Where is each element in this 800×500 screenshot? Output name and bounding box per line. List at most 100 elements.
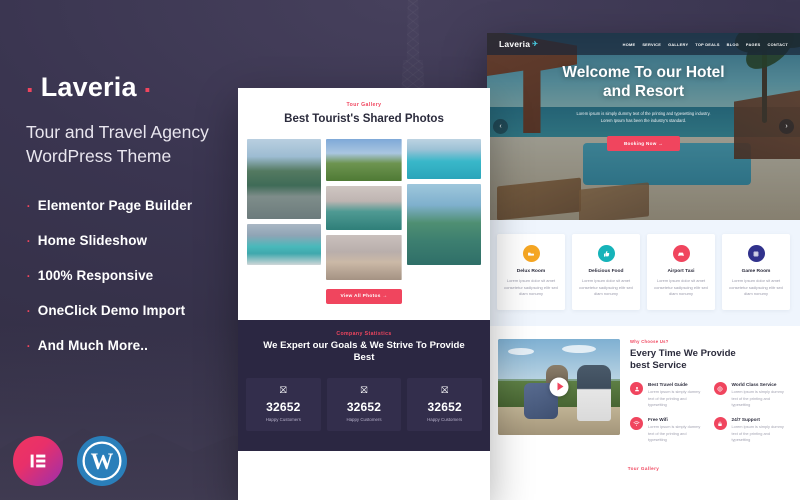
support-icon <box>713 417 727 431</box>
stat-card: ⛝ 32652 Happy Customers <box>326 377 402 431</box>
tagline-line-2: WordPress Theme <box>26 145 172 166</box>
why-feature-text: Lorem ipsum is simply dummy text of the … <box>648 424 701 443</box>
cloud <box>508 347 534 355</box>
nav-links: HOME SERVICE GALLERY TOP DEALS BLOG PAGE… <box>623 42 788 47</box>
site-logo[interactable]: Laveria ✈ <box>499 39 538 49</box>
gallery-photo[interactable] <box>247 223 322 265</box>
gallery-photo[interactable] <box>326 185 402 230</box>
why-section-label: Why Choose Us? <box>630 338 669 344</box>
stat-label: Happy Customers <box>346 416 382 422</box>
nav-item-pages[interactable]: PAGES <box>746 42 761 47</box>
services-section: Delux Room Lorem ipsum dolor sit amet co… <box>487 220 800 326</box>
tagline-line-1: Tour and Travel Agency <box>26 122 209 142</box>
gallery-title: Best Tourist's Shared Photos <box>284 113 444 125</box>
bed-icon <box>522 245 540 262</box>
product-tagline: Tour and Travel Agency WordPress Theme <box>26 121 232 168</box>
feature-label: Home Slideshow <box>37 233 148 249</box>
service-text: Lorem ipsum dolor sit amet consetetur sa… <box>579 278 633 297</box>
carousel-prev-icon[interactable]: ‹ <box>493 119 508 134</box>
site-navbar: Laveria ✈ HOME SERVICE GALLERY TOP DEALS… <box>487 33 800 55</box>
site-logo-text: Laveria <box>499 39 531 49</box>
service-title: Game Room <box>741 269 771 274</box>
why-feature-text: Lorem ipsum is simply dummy text of the … <box>731 389 784 408</box>
airplane-icon: ✈ <box>532 41 539 48</box>
stat-value: 32652 <box>266 399 301 414</box>
wordpress-icon: W <box>77 436 127 486</box>
elementor-icon <box>13 436 63 486</box>
why-feature-text: Lorem ipsum is simply dummy text of the … <box>731 424 784 443</box>
view-all-photos-button[interactable]: View All Photos → <box>326 288 402 304</box>
service-card-airport-taxi[interactable]: Airport Taxi Lorem ipsum dolor sit amet … <box>647 234 715 310</box>
globe-icon <box>713 382 727 396</box>
gallery-photo[interactable] <box>326 234 402 280</box>
logo-text: Laveria <box>40 72 137 102</box>
platform-badges: W <box>13 436 127 486</box>
why-feature-world-class-service: World Class Service Lorem ipsum is simpl… <box>713 382 789 409</box>
service-card-delux-room[interactable]: Delux Room Lorem ipsum dolor sit amet co… <box>497 234 565 310</box>
stat-card: ⛝ 32652 Happy Customers <box>407 377 483 431</box>
hero-heading: Welcome To our Hotel and Resort <box>533 63 754 102</box>
photo-grid <box>247 138 482 280</box>
hero-paragraph-line-2: Lorem Ipsum has been the industry's stan… <box>600 117 687 123</box>
stats-section-label: Company Statistics <box>336 330 392 337</box>
why-feature-grid: Best Travel Guide Lorem ipsum is simply … <box>630 382 789 444</box>
nav-item-service[interactable]: SERVICE <box>642 42 661 47</box>
service-title: Delicious Food <box>588 269 624 274</box>
nav-item-top-deals[interactable]: TOP DEALS <box>695 42 719 47</box>
stat-card-row: ⛝ 32652 Happy Customers ⛝ 32652 Happy Cu… <box>238 377 490 431</box>
service-text: Lorem ipsum dolor sit amet consetetur sa… <box>729 278 783 297</box>
gallery-photo[interactable] <box>406 138 482 179</box>
hero-content: Welcome To our Hotel and Resort Lorem ip… <box>487 63 800 151</box>
feature-item-responsive: . 100% Responsive <box>26 262 154 284</box>
why-feature-title: Best Travel Guide <box>648 382 688 388</box>
why-feature-title: Free Wifi <box>648 417 668 423</box>
taxi-icon <box>672 245 690 262</box>
stat-value: 32652 <box>427 399 462 414</box>
why-heading-line-1: Every Time We Provide <box>630 347 736 359</box>
hero-heading-line-1: Welcome To our Hotel <box>562 64 725 81</box>
feature-label: 100% Responsive <box>37 268 154 284</box>
gallery-screenshot-panel: Tour Gallery Best Tourist's Shared Photo… <box>238 88 490 500</box>
carousel-next-icon[interactable]: › <box>779 119 794 134</box>
promo-video-thumbnail[interactable] <box>498 338 620 435</box>
gallery-photo[interactable] <box>326 138 402 181</box>
stat-card: ⛝ 32652 Happy Customers <box>246 377 321 431</box>
service-text: Lorem ipsum dolor sit amet consetetur sa… <box>654 278 708 297</box>
why-heading-line-2: best Service <box>630 360 687 372</box>
stats-title: We Expert our Goals & We Strive To Provi… <box>263 339 465 364</box>
why-feature-best-travel-guide: Best Travel Guide Lorem ipsum is simply … <box>630 382 705 409</box>
people-icon: ⛝ <box>360 384 368 395</box>
promo-column: . Laveria . Tour and Travel Agency WordP… <box>0 0 232 500</box>
play-button[interactable] <box>549 377 569 397</box>
service-text: Lorem ipsum dolor sit amet consetetur sa… <box>504 278 558 297</box>
feature-label: And Much More.. <box>37 338 148 354</box>
stat-value: 32652 <box>346 399 382 414</box>
gallery-photo[interactable] <box>406 183 482 265</box>
people-icon: ⛝ <box>441 384 449 395</box>
nav-item-contact[interactable]: CONTACT <box>768 42 788 47</box>
nav-item-gallery[interactable]: GALLERY <box>668 42 688 47</box>
product-logo: . Laveria . <box>26 67 152 102</box>
nav-item-home[interactable]: HOME <box>623 42 636 47</box>
why-feature-title: World Class Service <box>731 382 777 388</box>
hero-paragraph: Lorem ipsum is simply dummy text of the … <box>533 111 754 125</box>
site-footer-section: Tour Gallery <box>487 456 800 483</box>
feature-label: OneClick Demo Import <box>37 303 186 319</box>
feature-item-demo-import: . OneClick Demo Import <box>26 297 186 319</box>
gallery-section-label: Tour Gallery <box>346 102 382 108</box>
why-feature-title: 24/7 Support <box>731 417 760 423</box>
booking-now-button[interactable]: Booking Now → <box>606 135 681 151</box>
traveler-figure <box>577 364 611 421</box>
why-content: Why Choose Us? Every Time We Provide bes… <box>630 339 789 444</box>
hero-heading-line-2: and Resort <box>603 83 684 101</box>
gallery-photo[interactable] <box>247 138 322 219</box>
why-feature-24-7-support: 24/7 Support Lorem ipsum is simply dummy… <box>713 417 789 444</box>
hero-section: Laveria ✈ HOME SERVICE GALLERY TOP DEALS… <box>487 33 800 220</box>
service-card-game-room[interactable]: Game Room Lorem ipsum dolor sit amet con… <box>722 234 790 310</box>
feature-item-more: . And Much More.. <box>26 332 148 354</box>
service-title: Airport Taxi <box>667 269 695 274</box>
nav-item-blog[interactable]: BLOG <box>727 42 739 47</box>
service-card-delicious-food[interactable]: Delicious Food Lorem ipsum dolor sit ame… <box>572 234 640 310</box>
hero-paragraph-line-1: Lorem ipsum is simply dummy text of the … <box>576 110 711 116</box>
guide-icon <box>630 382 643 396</box>
